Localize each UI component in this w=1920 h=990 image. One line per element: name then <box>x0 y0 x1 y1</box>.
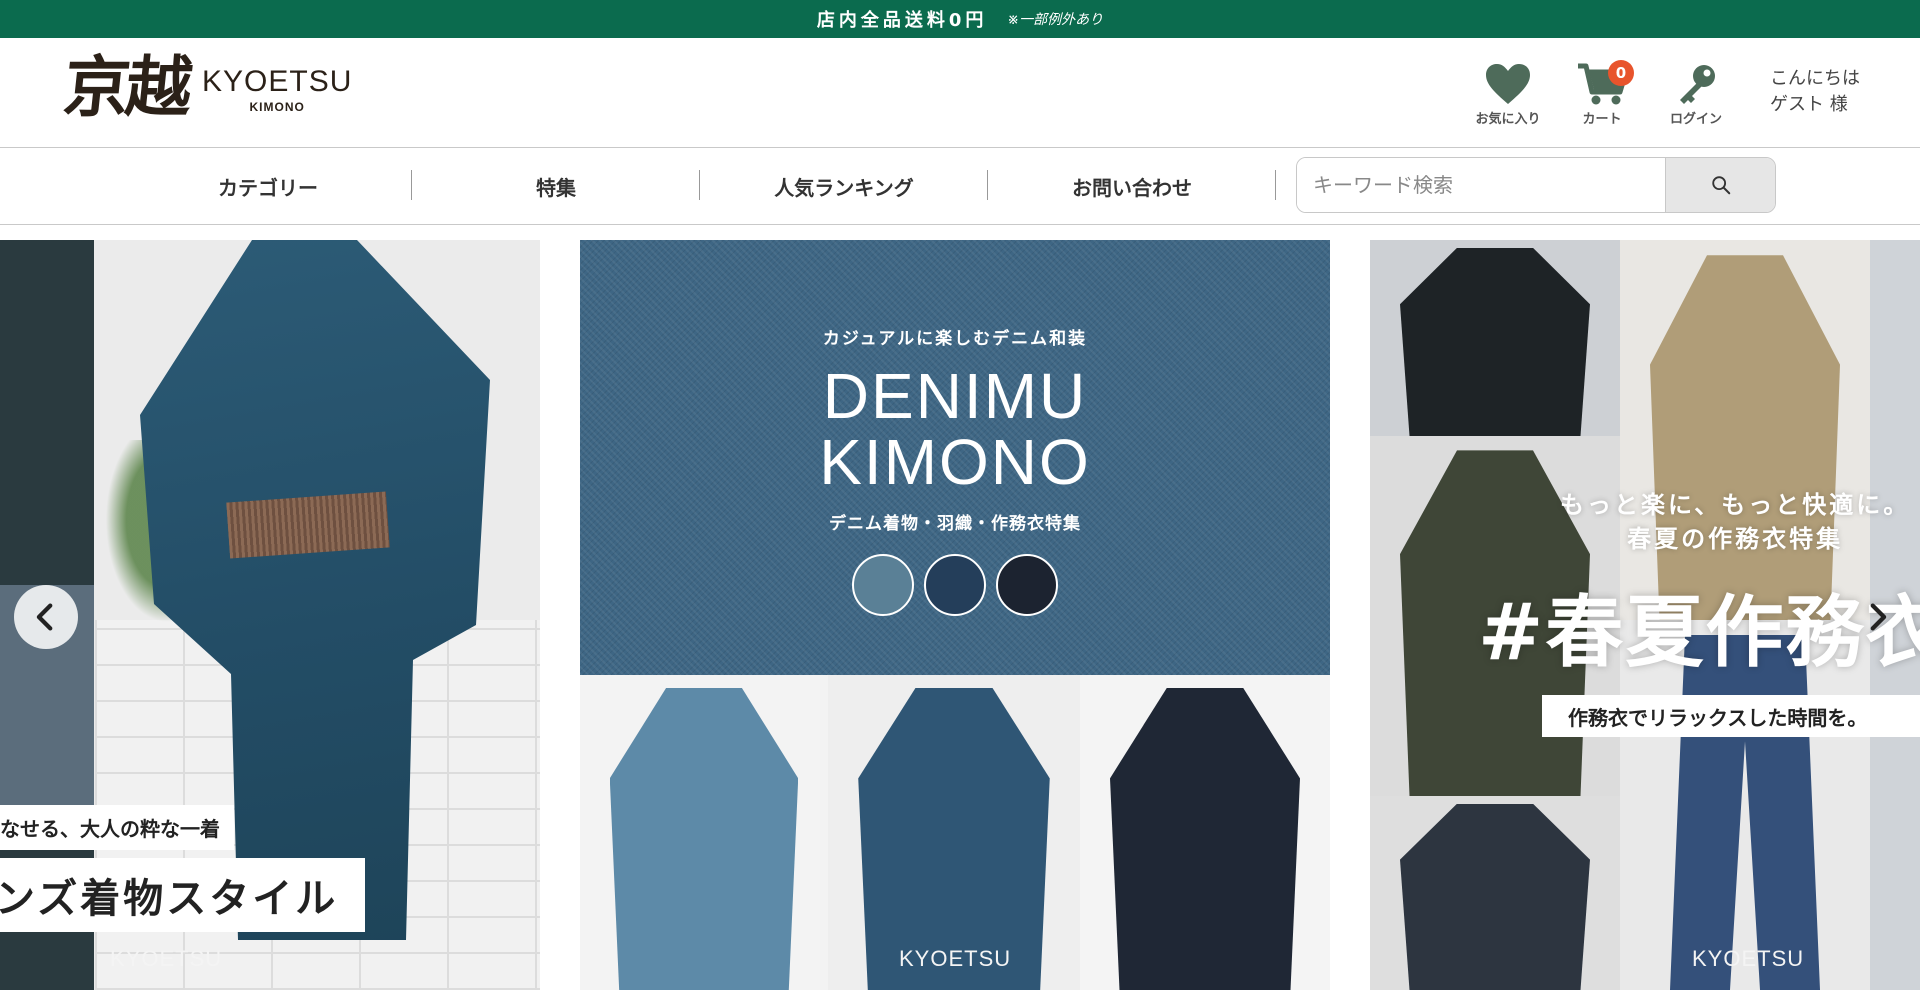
shipping-notice-bar: 店内全品送料0円 ※一部例外あり <box>0 0 1920 38</box>
cart-count-badge: 0 <box>1608 60 1634 86</box>
slide-brand-mark: KYOETSU <box>899 946 1012 971</box>
hero-carousel: なせる、大人の粋な一着 メンズ着物スタイル KYOETSU カジュアルに楽しむデ… <box>0 240 1920 990</box>
samue-subtitle: もっと楽に、もっと快適に。 春夏の作務衣特集 <box>1560 488 1910 556</box>
slide-brand-mark: KYOETSU <box>110 946 223 971</box>
notice-main-text: 店内全品送料0円 <box>816 10 988 31</box>
site-logo[interactable]: 京越 KYOETSU KIMONO <box>59 48 352 126</box>
favorites-label: お気に入り <box>1475 112 1541 127</box>
slide-caption-large: メンズ着物スタイル <box>0 858 365 932</box>
nav-item-category[interactable]: カテゴリー <box>124 148 412 225</box>
obi-belt-image <box>226 491 390 559</box>
denim-photo-row <box>580 675 1330 990</box>
navy-samue-image <box>1400 803 1590 990</box>
logo-text: KYOETSU KIMONO <box>202 61 352 114</box>
denim-swatch-medium <box>924 554 986 616</box>
dark-denim-haori-image <box>1110 687 1300 990</box>
denim-photo-haori <box>1080 675 1330 990</box>
samue-photo <box>1370 240 1620 436</box>
header-actions: お気に入り 0 カート ログイン こんにちは ゲスト 様 <box>1472 60 1860 127</box>
denim-swatch-light <box>852 554 914 616</box>
carousel-slide-denim-kimono[interactable]: カジュアルに楽しむデニム和装 DENIMU KIMONO デニム着物・羽織・作務… <box>580 240 1330 990</box>
samue-subtitle-line1: もっと楽に、もっと快適に。 <box>1560 491 1911 519</box>
guest-greeting: こんにちは ゲスト 様 <box>1770 62 1860 118</box>
main-nav: カテゴリー 特集 人気ランキング お問い合わせ <box>0 148 1920 225</box>
denim-title-line1: DENIMU <box>822 360 1088 432</box>
key-icon <box>1680 65 1715 104</box>
cart-button[interactable]: 0 カート <box>1566 60 1638 127</box>
slide-caption-large-text: メンズ着物スタイル <box>0 876 339 922</box>
search-box <box>1296 157 1776 213</box>
black-samue-image <box>1400 247 1590 436</box>
greeting-line2: ゲスト 様 <box>1770 94 1848 115</box>
samue-photo <box>1370 796 1620 990</box>
samue-photo <box>1620 240 1870 620</box>
search-input[interactable] <box>1297 158 1665 212</box>
search-button[interactable] <box>1665 158 1775 212</box>
denim-swatch-dark <box>996 554 1058 616</box>
carousel-slide-samue[interactable]: もっと楽に、もっと快適に。 春夏の作務衣特集 #春夏作務衣 作務衣でリラックスし… <box>1370 240 1920 990</box>
greeting-line1: こんにちは <box>1770 68 1860 89</box>
light-denim-kimono-image <box>609 687 799 990</box>
carousel-slide-mens-kimono[interactable]: なせる、大人の粋な一着 メンズ着物スタイル KYOETSU <box>0 240 540 990</box>
denim-swatches <box>852 554 1058 616</box>
site-header: 京越 KYOETSU KIMONO お気に入り 0 カート ログイン こんにちは… <box>0 38 1920 148</box>
denim-title: DENIMU KIMONO <box>819 363 1091 495</box>
navy-pants-image <box>1670 634 1820 990</box>
carousel-next-button[interactable] <box>1845 585 1909 649</box>
nav-item-features[interactable]: 特集 <box>412 148 700 225</box>
beige-samue-image <box>1650 255 1840 620</box>
denim-photo-kimono <box>580 675 828 990</box>
login-label: ログイン <box>1669 112 1722 127</box>
slide-caption-small: なせる、大人の粋な一着 <box>0 805 234 850</box>
nav-item-ranking[interactable]: 人気ランキング <box>700 148 988 225</box>
denim-samue-image <box>858 687 1050 990</box>
denim-photo-samue <box>828 675 1080 990</box>
logo-subtitle: KIMONO <box>249 99 305 114</box>
nav-items: カテゴリー 特集 人気ランキング お問い合わせ <box>124 148 1276 225</box>
heart-icon <box>1486 64 1530 104</box>
samue-tagline: 作務衣でリラックスした時間を。 <box>1542 695 1920 737</box>
slide-brand-mark: KYOETSU <box>1692 946 1805 971</box>
chevron-right-icon <box>1870 603 1887 631</box>
login-button[interactable]: ログイン <box>1660 62 1732 127</box>
logo-english: KYOETSU <box>202 64 353 98</box>
chevron-left-icon <box>36 603 53 631</box>
samue-subtitle-line2: 春夏の作務衣特集 <box>1627 525 1844 553</box>
favorites-button[interactable]: お気に入り <box>1472 62 1544 127</box>
cart-label: カート <box>1582 112 1622 127</box>
notice-sub-text: ※一部例外あり <box>1007 12 1104 28</box>
denim-kicker: カジュアルに楽しむデニム和装 <box>822 329 1088 349</box>
carousel-prev-button[interactable] <box>14 585 78 649</box>
nav-item-contact[interactable]: お問い合わせ <box>988 148 1276 225</box>
search-icon <box>1711 176 1730 195</box>
denim-subtitle: デニム着物・羽織・作務衣特集 <box>829 514 1081 534</box>
logo-kanji: 京越 <box>59 48 193 126</box>
denim-banner: カジュアルに楽しむデニム和装 DENIMU KIMONO デニム着物・羽織・作務… <box>580 240 1330 675</box>
denim-title-line2: KIMONO <box>819 426 1091 498</box>
